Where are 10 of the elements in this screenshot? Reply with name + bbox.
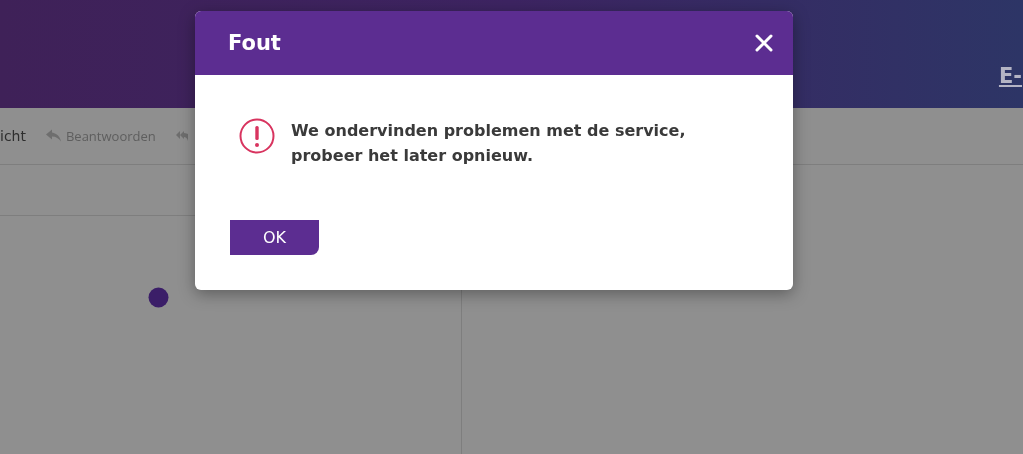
close-icon: [755, 34, 773, 52]
close-button[interactable]: [755, 34, 773, 52]
error-message: We ondervinden problemen met de service, probeer het later opnieuw.: [291, 120, 687, 167]
reply-all-icon: [175, 131, 188, 141]
error-icon: [239, 118, 275, 154]
toolbar-label[interactable]: icht: [0, 128, 26, 144]
header-link[interactable]: E-: [998, 64, 1022, 88]
dialog-title: Fout: [228, 31, 281, 55]
ok-button[interactable]: OK: [230, 220, 319, 255]
reply-icon: [45, 129, 62, 143]
